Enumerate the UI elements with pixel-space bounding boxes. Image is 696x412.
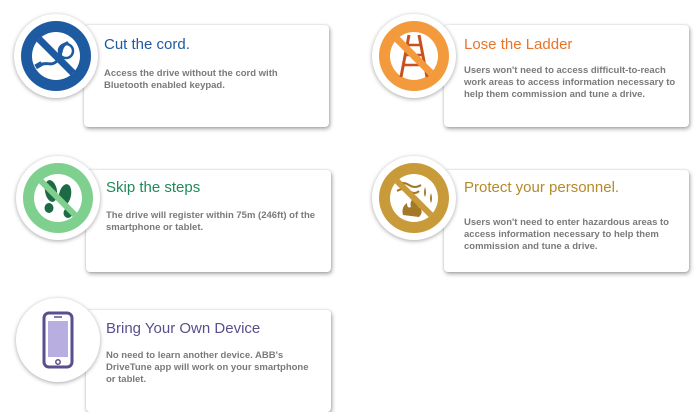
feature-icon-circle [16,156,100,240]
no-cord-icon [21,21,91,91]
feature-title: Skip the steps [106,179,201,196]
feature-title: Lose the Ladder [464,36,573,53]
feature-description: No need to learn another device. ABB's D… [106,350,309,385]
footsteps-icon [23,163,93,233]
feature-title: Cut the cord. [104,36,190,53]
feature-icon-circle [14,14,98,98]
feature-icon-circle [16,298,100,382]
no-ladder-icon [379,21,449,91]
feature-description: The drive will register within 75m (246f… [106,210,316,233]
feature-description: Access the drive without the cord with B… [104,68,278,91]
feature-description: Users won't need to enter hazardous area… [464,217,669,252]
feature-title: Bring Your Own Device [106,320,261,337]
feature-icon-circle [372,14,456,98]
feature-icon-circle [372,156,456,240]
no-hazard-icon [379,163,449,233]
feature-description: Users won't need to access difficult-to-… [464,65,676,100]
feature-title: Protect your personnel. [464,179,620,196]
smartphone-icon [42,311,74,369]
